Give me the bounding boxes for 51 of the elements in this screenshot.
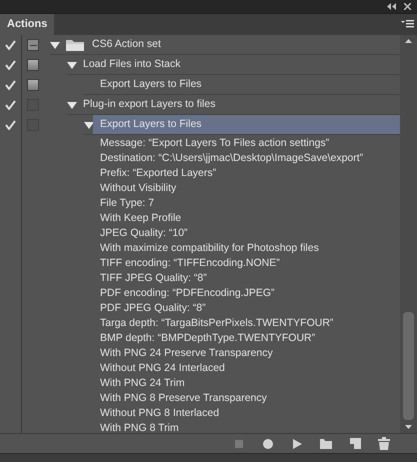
checkmark-icon[interactable]	[5, 80, 16, 90]
parameter-text: File Type: 7	[100, 196, 156, 211]
command-row[interactable]: Export Layers to Files	[93, 115, 400, 134]
parameter-text: TIFF encoding: “TIFFEncoding.NONE”	[100, 256, 281, 271]
parameter-text: Without Visibility	[100, 181, 178, 196]
actions-tab[interactable]: Actions	[0, 14, 54, 35]
expand-down-icon[interactable]	[67, 100, 77, 108]
expand-down-icon[interactable]	[84, 120, 94, 128]
scroll-up-icon[interactable]	[405, 39, 412, 43]
parameter-text: With PNG 8 Trim	[100, 421, 180, 436]
checkmark-icon[interactable]	[5, 60, 16, 70]
scroll-down-icon[interactable]	[405, 425, 412, 429]
scrollbar-thumb[interactable]	[403, 312, 414, 420]
trash-icon	[377, 436, 391, 450]
parameter-text: BMP depth: “BMPDepthType.TWENTYFOUR”	[100, 331, 316, 346]
panel-menu-icon[interactable]	[401, 20, 414, 29]
command-row[interactable]: Export Layers to Files	[93, 75, 400, 94]
checkmark-icon[interactable]	[5, 120, 16, 130]
checkmark-icon[interactable]	[5, 40, 16, 50]
checkmark-icon[interactable]	[5, 100, 16, 110]
expand-down-icon[interactable]	[50, 40, 60, 48]
parameter-text: Prefix: “Exported Layers”	[100, 166, 218, 181]
parameter-text: With maximize compatibility for Photoshop files	[100, 241, 320, 256]
parameter-text: Without PNG 24 Interlaced	[100, 361, 226, 376]
play-icon	[290, 436, 304, 450]
parameter-text: Targa depth: “TargaBitsPerPixels.TWENTYFOUR”	[100, 316, 334, 331]
parameter-text: TIFF JPEG Quality: “8”	[100, 271, 208, 286]
parameter-text: With PNG 24 Trim	[100, 376, 186, 391]
parameter-text: With PNG 8 Preserve Transparency	[100, 391, 268, 406]
parameter-text: PDF JPEG Quality: “8”	[100, 301, 207, 316]
record-icon	[261, 436, 275, 450]
folder-icon	[319, 436, 333, 450]
folder-icon	[66, 38, 84, 50]
parameter-text: Destination: “C:\Users\jjmac\Desktop\ImageSave\export”	[100, 151, 364, 166]
parameter-text: Message: “Export Layers To Files action settings”	[100, 136, 330, 151]
action-row[interactable]: Load Files into Stack	[76, 55, 400, 74]
parameter-text: JPEG Quality: “10”	[100, 226, 189, 241]
scrollbar[interactable]	[400, 35, 417, 433]
parameter-text: With Keep Profile	[100, 211, 182, 226]
action-set-row[interactable]: CS6 Action set	[85, 35, 400, 54]
close-icon[interactable]	[404, 3, 411, 10]
dialog-toggle[interactable]	[27, 79, 39, 91]
parameter-text: Without PNG 8 Interlaced	[100, 406, 220, 421]
dialog-toggle[interactable]	[27, 59, 39, 71]
dialog-toggle[interactable]	[27, 39, 39, 51]
parameter-text: With PNG 24 Preserve Transparency	[100, 346, 274, 361]
collapse-icon[interactable]	[387, 3, 396, 10]
parameter-text: PDF encoding: “PDFEncoding.JPEG”	[100, 286, 276, 301]
expand-down-icon[interactable]	[67, 60, 77, 68]
action-row[interactable]: Plug-in export Layers to files	[76, 95, 400, 114]
new-item-icon	[348, 436, 362, 450]
